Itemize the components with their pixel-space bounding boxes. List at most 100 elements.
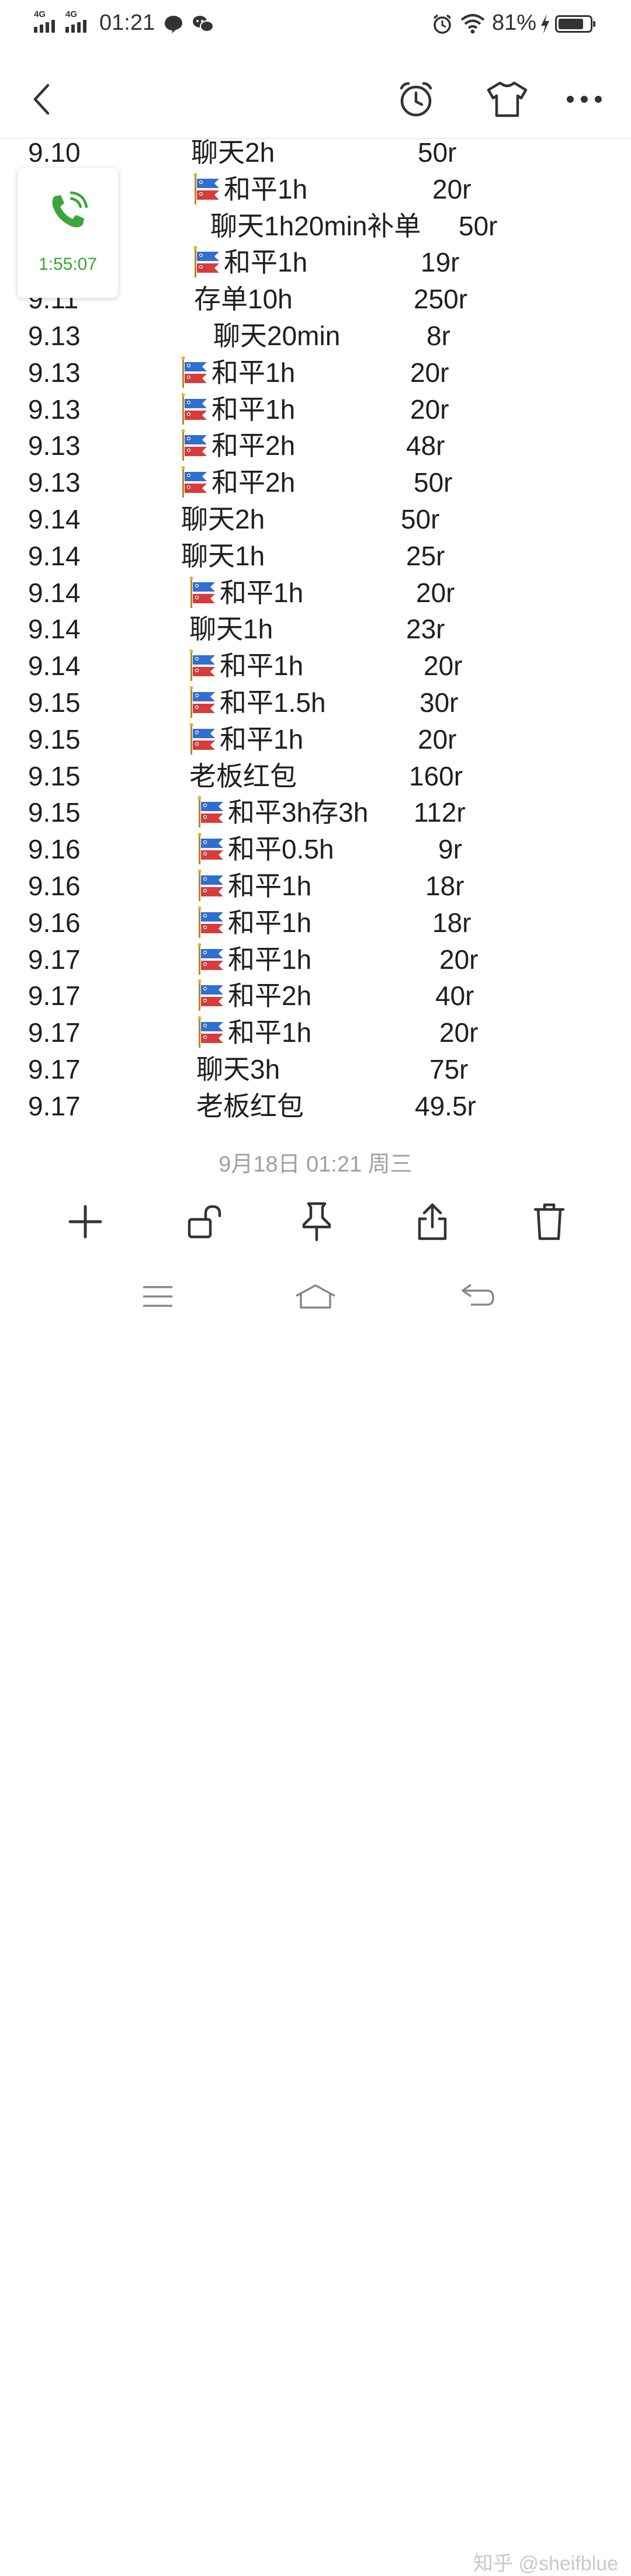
line-amount: 20r (432, 173, 471, 204)
reminder-button[interactable] (393, 76, 439, 123)
system-nav-bar: 知乎 @sheifblue (0, 1261, 631, 2575)
add-button[interactable] (62, 1198, 109, 1245)
menu-icon (143, 1286, 172, 1307)
line-item-text: 存单10h (194, 284, 293, 315)
line-date: 9.16 (28, 834, 81, 865)
line-amount: 20r (418, 724, 457, 755)
pin-button[interactable] (293, 1198, 340, 1245)
koinobori-flag-emoji (181, 429, 207, 461)
note-line: 9.17 和平1h 20r (0, 941, 631, 978)
line-item: 和平3h存3h (197, 794, 368, 830)
line-item: 聊天20min (213, 318, 340, 354)
back-arrow-icon (33, 84, 50, 115)
note-line: 9.16 和平0.5h 9r (0, 831, 631, 867)
line-item-text: 和平2h (212, 430, 296, 461)
network-type-label: 4G (34, 9, 46, 19)
add-icon (68, 1205, 102, 1239)
koinobori-flag-emoji (193, 246, 219, 278)
line-item: 聊天2h (191, 139, 275, 171)
line-item: 聊天2h (181, 501, 265, 537)
line-item-text: 老板红包 (196, 1090, 304, 1120)
line-item: 和平2h (197, 978, 311, 1014)
koinobori-flag-emoji (197, 870, 223, 901)
line-amount: 50r (414, 467, 453, 498)
line-item-text: 聊天2h (191, 139, 275, 168)
line-item: 和平1h (193, 244, 307, 280)
line-amount: 250r (414, 284, 468, 315)
call-timer: 1:55:07 (38, 255, 98, 274)
lock-button[interactable] (181, 1198, 228, 1245)
line-item-text: 和平2h (212, 467, 296, 498)
theme-button[interactable] (484, 76, 531, 123)
line-item-text: 聊天3h (196, 1054, 280, 1084)
line-item-text: 和平1.5h (220, 687, 326, 718)
recent-apps-button[interactable] (134, 1279, 181, 1314)
line-item-text: 和平3h存3h (228, 797, 369, 828)
share-button[interactable] (409, 1198, 456, 1245)
line-amount: 160r (409, 760, 463, 791)
line-item: 老板红包 (189, 758, 297, 794)
line-item-text: 老板红包 (189, 760, 297, 791)
note-line: 9.13 和平2h 50r (0, 464, 631, 500)
koinobori-flag-emoji (197, 979, 223, 1011)
wechat-icon (193, 16, 214, 32)
note-line: 9.10 聊天2h 50r (0, 139, 631, 171)
line-item-text: 和平1h (224, 247, 308, 278)
message-bubble-icon (165, 16, 182, 33)
line-amount: 19r (421, 247, 460, 278)
line-item-text: 聊天1h (181, 540, 265, 571)
koinobori-flag-emoji (197, 1016, 223, 1048)
line-item: 聊天1h (181, 538, 265, 574)
line-amount: 20r (424, 651, 463, 682)
back-button[interactable] (19, 76, 65, 123)
note-line: 9.13 和平2h 48r (0, 427, 631, 464)
share-icon (418, 1203, 447, 1240)
line-date: 9.13 (28, 321, 81, 351)
line-item-text: 和平1h (220, 724, 304, 755)
clock: 01:21 (99, 11, 155, 35)
note-line: 9.17 老板红包 49.5r (0, 1088, 631, 1120)
line-date: 9.13 (28, 467, 81, 498)
line-amount: 20r (439, 944, 479, 975)
line-amount: 20r (439, 1017, 479, 1048)
alarm-icon (433, 14, 452, 34)
line-item-text: 和平1h (224, 173, 308, 204)
delete-button[interactable] (526, 1198, 573, 1245)
line-date: 9.13 (28, 357, 81, 388)
line-amount: 112r (414, 797, 466, 828)
note-line: 9.14 和平1h 20r (0, 648, 631, 684)
line-item-text: 和平1h (212, 357, 296, 388)
home-button[interactable] (292, 1279, 339, 1314)
line-amount: 20r (410, 394, 449, 425)
signal-icon: 4G (65, 9, 91, 33)
note-line: 9.15 和平1.5h 30r (0, 684, 631, 721)
line-item-text: 和平1h (228, 944, 312, 975)
line-item: 和平1h (189, 648, 303, 684)
tshirt-icon (487, 81, 528, 117)
note-line: 9.14 聊天1h 25r (0, 538, 631, 574)
line-item: 存单10h (194, 281, 293, 317)
line-item-text: 聊天2h (181, 504, 265, 534)
note-line: 9.15 老板红包 160r (0, 758, 631, 794)
line-date: 9.14 (28, 504, 81, 534)
line-amount: 50r (418, 139, 457, 168)
more-button[interactable] (561, 76, 608, 123)
koinobori-flag-emoji (197, 906, 223, 938)
line-item: 和平1h (193, 171, 307, 207)
line-amount: 9r (438, 834, 462, 865)
line-amount: 30r (419, 687, 459, 718)
line-item-text: 和平1h (220, 651, 304, 682)
line-amount: 49.5r (415, 1090, 476, 1120)
line-date: 9.17 (28, 1090, 81, 1120)
line-item: 和平1h (197, 905, 311, 941)
line-date: 9.17 (28, 1054, 81, 1084)
line-item: 和平2h (181, 427, 295, 464)
line-date: 9.14 (28, 614, 81, 645)
nav-back-button[interactable] (455, 1279, 501, 1314)
note-header (0, 58, 631, 134)
status-bar: 4G 4G 01:21 81% (0, 0, 631, 47)
ongoing-call-widget[interactable]: 1:55:07 (18, 168, 118, 298)
note-line: 9.15 和平3h存3h 112r (0, 794, 631, 830)
note-toolbar (0, 1191, 631, 1250)
trash-icon (533, 1203, 565, 1240)
